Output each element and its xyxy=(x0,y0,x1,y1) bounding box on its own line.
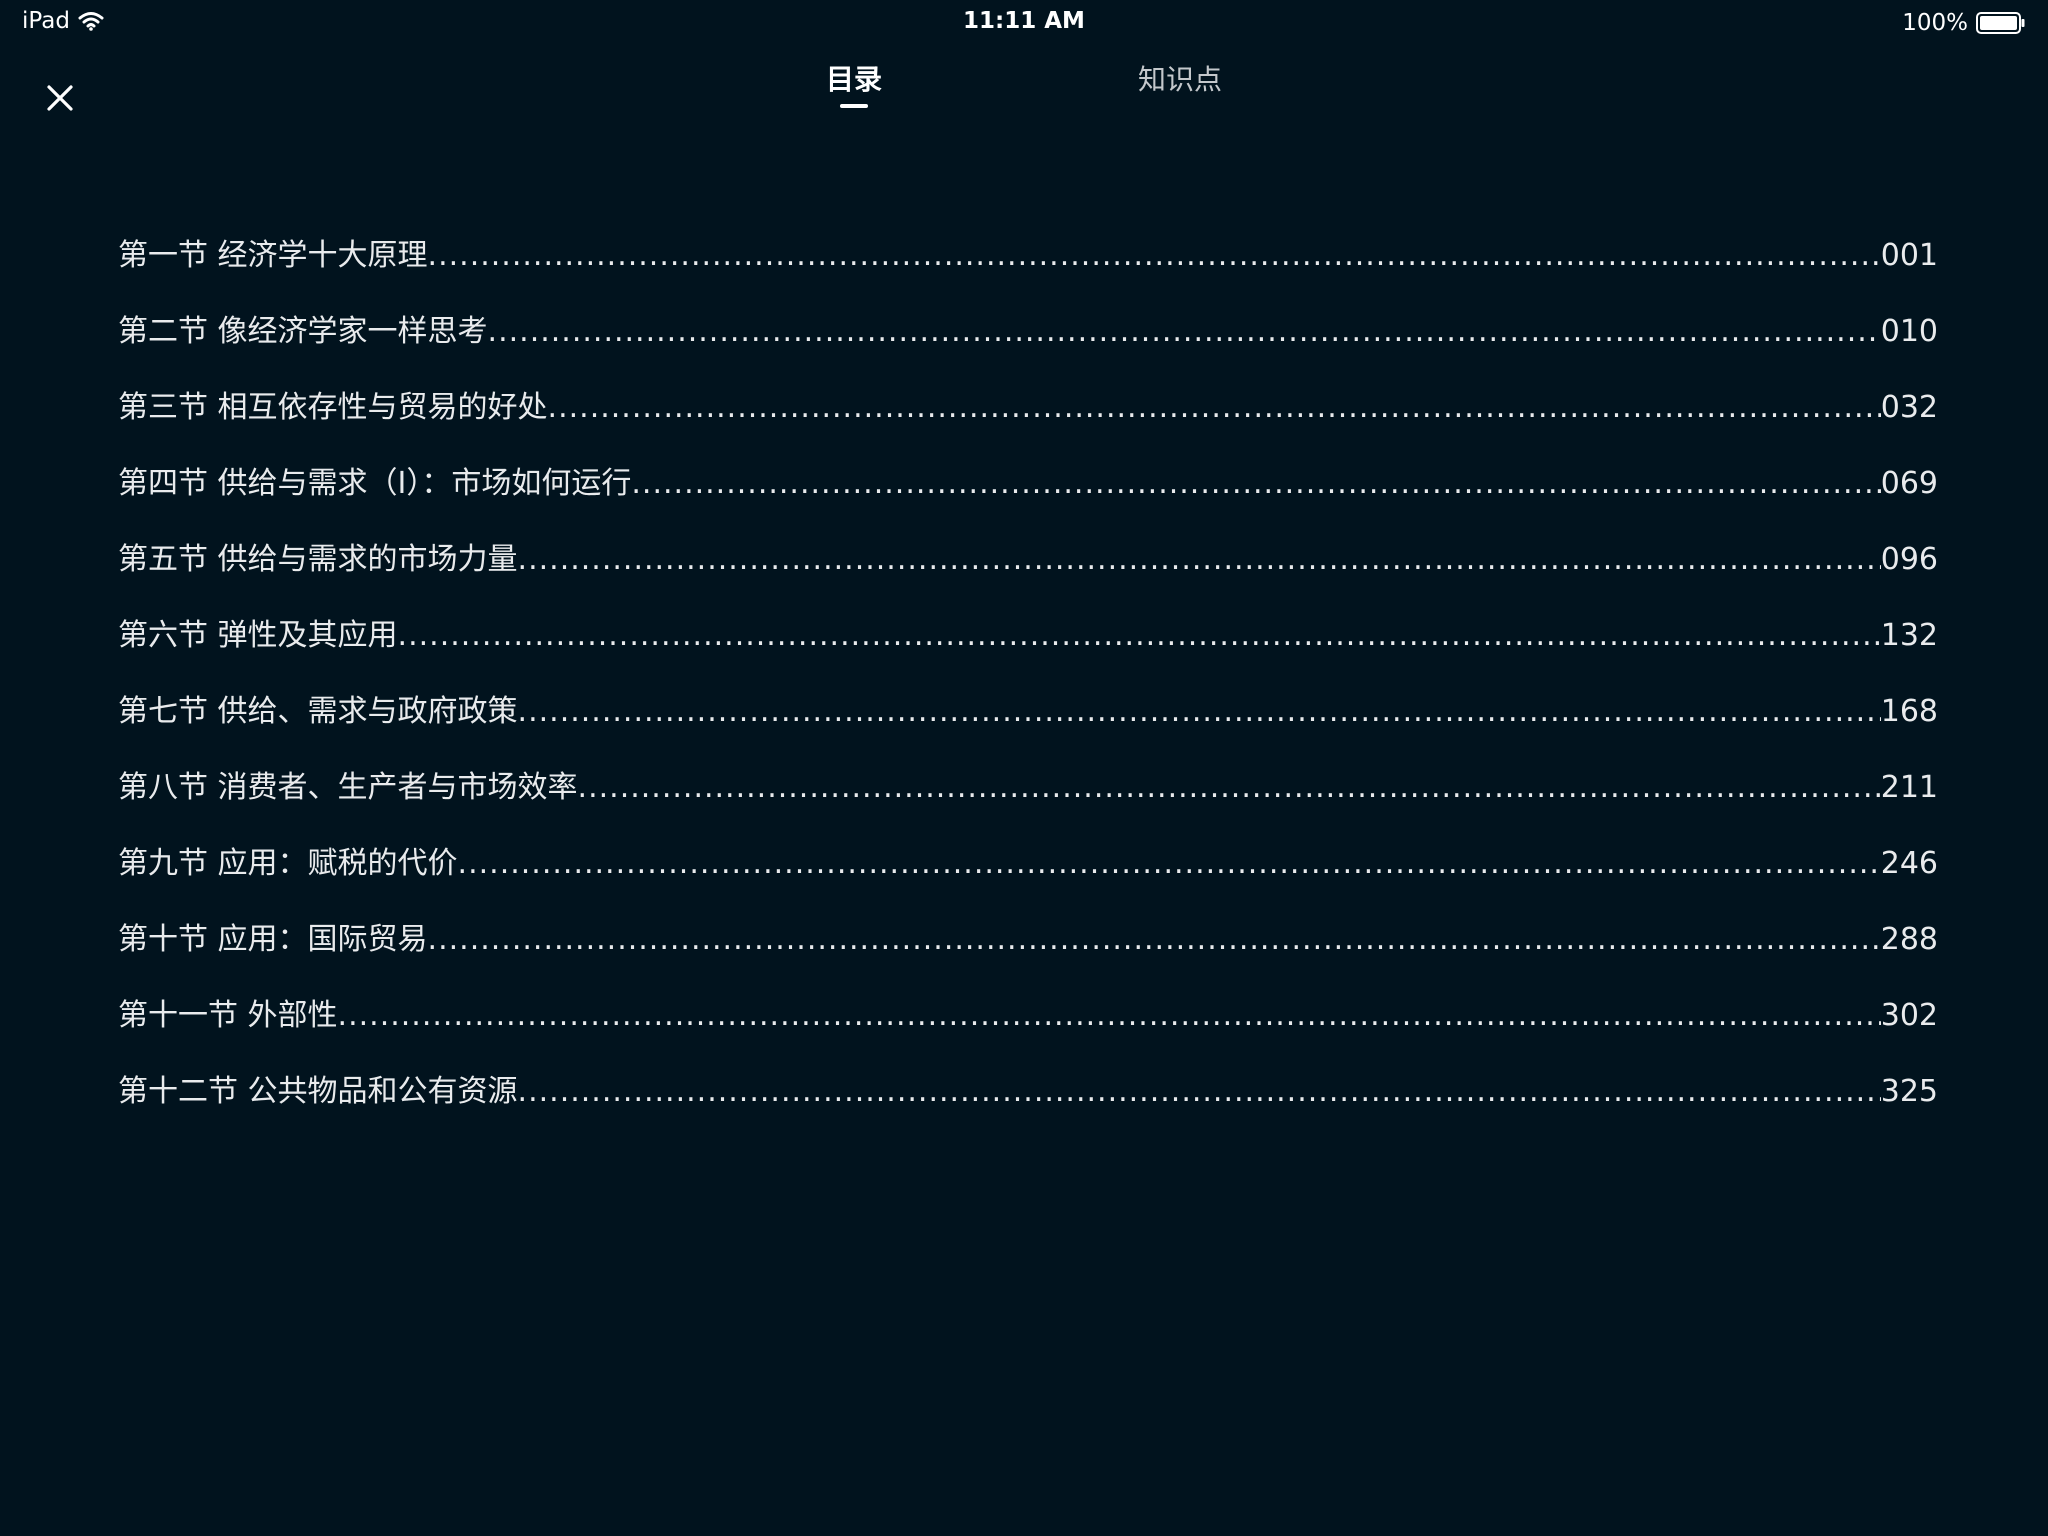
battery-icon xyxy=(1976,11,2026,35)
toc-item-page: 302 xyxy=(1880,998,1938,1033)
toc-item[interactable]: 第五节 供给与需求的市场力量 096 xyxy=(118,530,1938,606)
toc-item-page: 211 xyxy=(1880,770,1938,805)
toc-item-leader xyxy=(428,910,1881,970)
toc-item-leader xyxy=(518,1062,1881,1122)
toc-item-title: 第十二节 公共物品和公有资源 xyxy=(118,1074,518,1109)
toc-item-leader xyxy=(338,986,1881,1046)
toc-list: 第一节 经济学十大原理 001 第二节 像经济学家一样思考 010 第三节 相互… xyxy=(118,226,1938,1138)
toc-item-leader xyxy=(578,758,1881,818)
toc-item-page: 010 xyxy=(1880,314,1938,349)
status-time: 11:11 AM xyxy=(963,8,1085,34)
toc-item-page: 096 xyxy=(1880,542,1938,577)
tab-bar: 目录 知识点 xyxy=(0,58,2048,114)
toc-item-leader xyxy=(458,834,1881,894)
toc-item[interactable]: 第六节 弹性及其应用 132 xyxy=(118,606,1938,682)
toc-item[interactable]: 第九节 应用：赋税的代价 246 xyxy=(118,834,1938,910)
toc-item-title: 第五节 供给与需求的市场力量 xyxy=(118,542,518,577)
tab-toc[interactable]: 目录 xyxy=(826,58,882,98)
toc-item-page: 132 xyxy=(1880,618,1938,653)
toc-item-title: 第二节 像经济学家一样思考 xyxy=(118,314,488,349)
toc-item-leader xyxy=(428,226,1881,286)
toc-item-leader xyxy=(488,302,1881,362)
toc-item[interactable]: 第七节 供给、需求与政府政策 168 xyxy=(118,682,1938,758)
toc-item-page: 032 xyxy=(1880,390,1938,425)
toc-item-leader xyxy=(398,606,1881,666)
toc-item-title: 第十一节 外部性 xyxy=(118,998,338,1033)
toc-item-page: 001 xyxy=(1880,238,1938,273)
toc-item[interactable]: 第十二节 公共物品和公有资源 325 xyxy=(118,1062,1938,1138)
battery-percent: 100% xyxy=(1902,10,1968,36)
toc-item-title: 第四节 供给与需求（I）：市场如何运行 xyxy=(118,466,632,501)
toc-item-leader xyxy=(518,682,1881,742)
toc-item-page: 246 xyxy=(1880,846,1938,881)
toc-item-leader xyxy=(518,530,1881,590)
toc-item-page: 168 xyxy=(1880,694,1938,729)
toc-item-page: 069 xyxy=(1880,466,1938,501)
toc-item-title: 第九节 应用：赋税的代价 xyxy=(118,846,458,881)
toc-item-title: 第十节 应用：国际贸易 xyxy=(118,922,428,957)
toc-item[interactable]: 第八节 消费者、生产者与市场效率 211 xyxy=(118,758,1938,834)
toc-item-page: 288 xyxy=(1880,922,1938,957)
toc-item[interactable]: 第十节 应用：国际贸易 288 xyxy=(118,910,1938,986)
toc-item-leader xyxy=(548,378,1881,438)
toc-item[interactable]: 第十一节 外部性 302 xyxy=(118,986,1938,1062)
toc-item-title: 第三节 相互依存性与贸易的好处 xyxy=(118,390,548,425)
status-right: 100% xyxy=(1902,10,2026,36)
toc-item[interactable]: 第三节 相互依存性与贸易的好处 032 xyxy=(118,378,1938,454)
toc-item[interactable]: 第一节 经济学十大原理 001 xyxy=(118,226,1938,302)
toc-item-title: 第八节 消费者、生产者与市场效率 xyxy=(118,770,578,805)
tab-knowledge-points[interactable]: 知识点 xyxy=(1138,58,1222,98)
status-bar: iPad 11:11 AM 100% xyxy=(0,0,2048,46)
toc-item[interactable]: 第四节 供给与需求（I）：市场如何运行 069 xyxy=(118,454,1938,530)
toc-item-page: 325 xyxy=(1880,1074,1938,1109)
toc-item-title: 第七节 供给、需求与政府政策 xyxy=(118,694,518,729)
active-tab-indicator xyxy=(840,104,868,108)
toc-item[interactable]: 第二节 像经济学家一样思考 010 xyxy=(118,302,1938,378)
toc-item-leader xyxy=(631,454,1880,514)
toc-item-title: 第一节 经济学十大原理 xyxy=(118,238,428,273)
toc-item-title: 第六节 弹性及其应用 xyxy=(118,618,398,653)
